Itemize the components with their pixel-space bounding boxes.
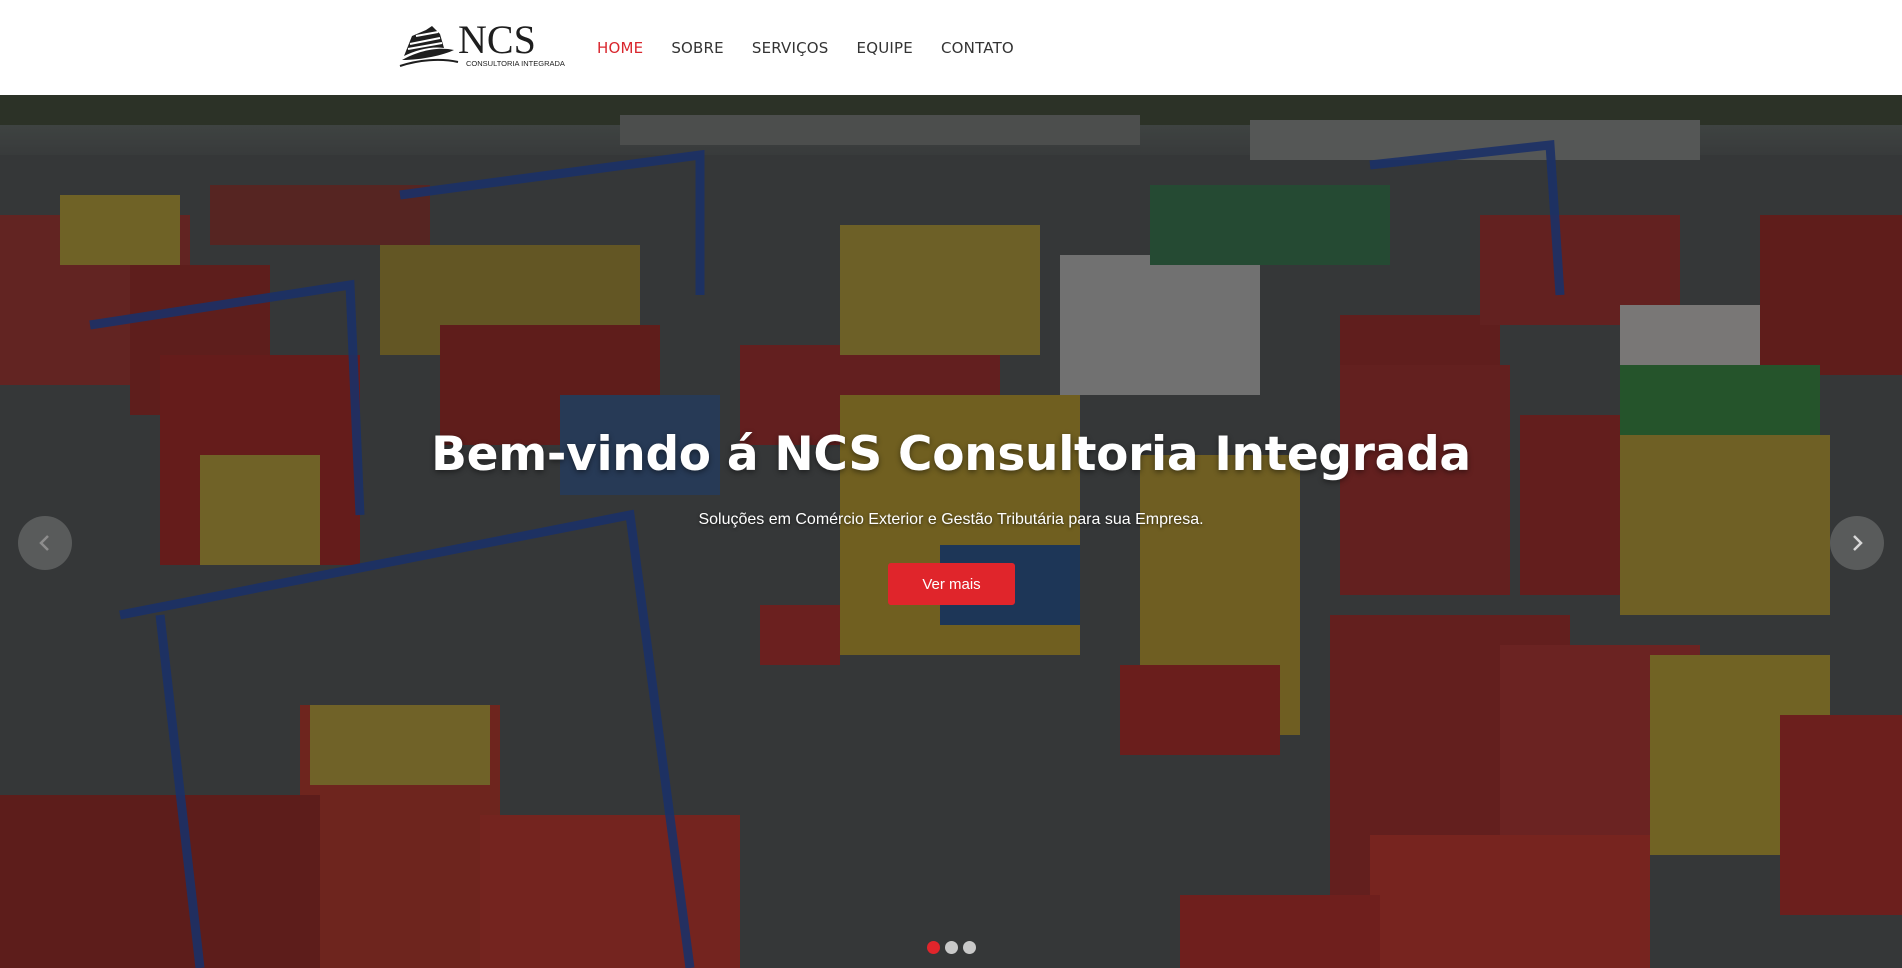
site-header: NCS CONSULTORIA INTEGRADA HOME SOBRE SER… — [0, 0, 1902, 95]
hero-title: Bem-vindo á NCS Consultoria Integrada — [431, 427, 1471, 482]
hero-slider: Bem-vindo á NCS Consultoria Integrada So… — [0, 95, 1902, 968]
slider-prev-button[interactable] — [18, 516, 72, 570]
main-nav: HOME SOBRE SERVIÇOS EQUIPE CONTATO — [597, 0, 1042, 95]
chevron-right-icon — [1853, 535, 1863, 551]
nav-equipe[interactable]: EQUIPE — [857, 39, 913, 57]
ver-mais-button[interactable]: Ver mais — [888, 563, 1015, 605]
nav-sobre[interactable]: SOBRE — [671, 39, 724, 57]
nav-servicos[interactable]: SERVIÇOS — [752, 39, 829, 57]
slider-pagination — [927, 941, 981, 954]
hero-subtitle: Soluções em Comércio Exterior e Gestão T… — [698, 511, 1204, 528]
slider-dot-2[interactable] — [945, 941, 958, 954]
ncs-logo: NCS CONSULTORIA INTEGRADA — [399, 17, 565, 68]
slider-dot-3[interactable] — [963, 941, 976, 954]
hero-overlay — [0, 95, 1902, 968]
chevron-left-icon — [39, 535, 49, 551]
svg-text:CONSULTORIA INTEGRADA: CONSULTORIA INTEGRADA — [466, 59, 565, 68]
nav-home[interactable]: HOME — [597, 39, 643, 57]
slider-next-button[interactable] — [1830, 516, 1884, 570]
svg-text:NCS: NCS — [458, 17, 536, 62]
slider-dot-1[interactable] — [927, 941, 940, 954]
nav-contato[interactable]: CONTATO — [941, 39, 1014, 57]
